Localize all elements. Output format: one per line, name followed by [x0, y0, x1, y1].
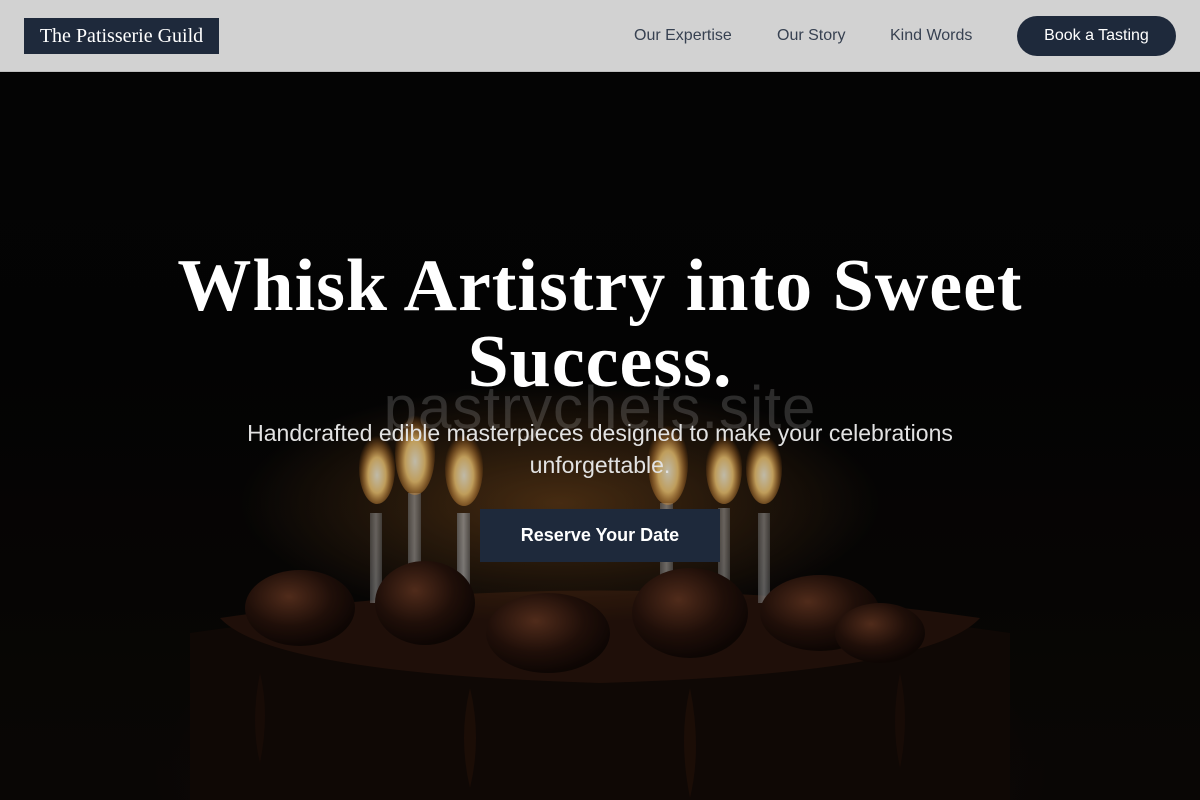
hero-subheadline: Handcrafted edible masterpieces designed…: [200, 417, 1000, 481]
hero-headline-line-2: Success.: [467, 321, 733, 403]
book-tasting-button[interactable]: Book a Tasting: [1017, 16, 1176, 56]
site-logo[interactable]: The Patisserie Guild: [24, 18, 219, 54]
hero-subheadline-line-2: unforgettable.: [529, 452, 671, 478]
site-header: The Patisserie Guild Our Expertise Our S…: [0, 0, 1200, 72]
nav-link-expertise[interactable]: Our Expertise: [634, 24, 732, 48]
hero-headline: Whisk Artistry into Sweet Success.: [150, 248, 1050, 400]
nav-link-kind-words[interactable]: Kind Words: [890, 24, 972, 48]
reserve-date-button[interactable]: Reserve Your Date: [480, 509, 720, 562]
hero-section: pastrychefs.site Whisk Artistry into Swe…: [0, 73, 1200, 800]
hero-subheadline-line-1: Handcrafted edible masterpieces designed…: [247, 420, 953, 446]
nav-link-story[interactable]: Our Story: [777, 24, 845, 48]
hero-headline-line-1: Whisk Artistry into Sweet: [177, 245, 1023, 327]
